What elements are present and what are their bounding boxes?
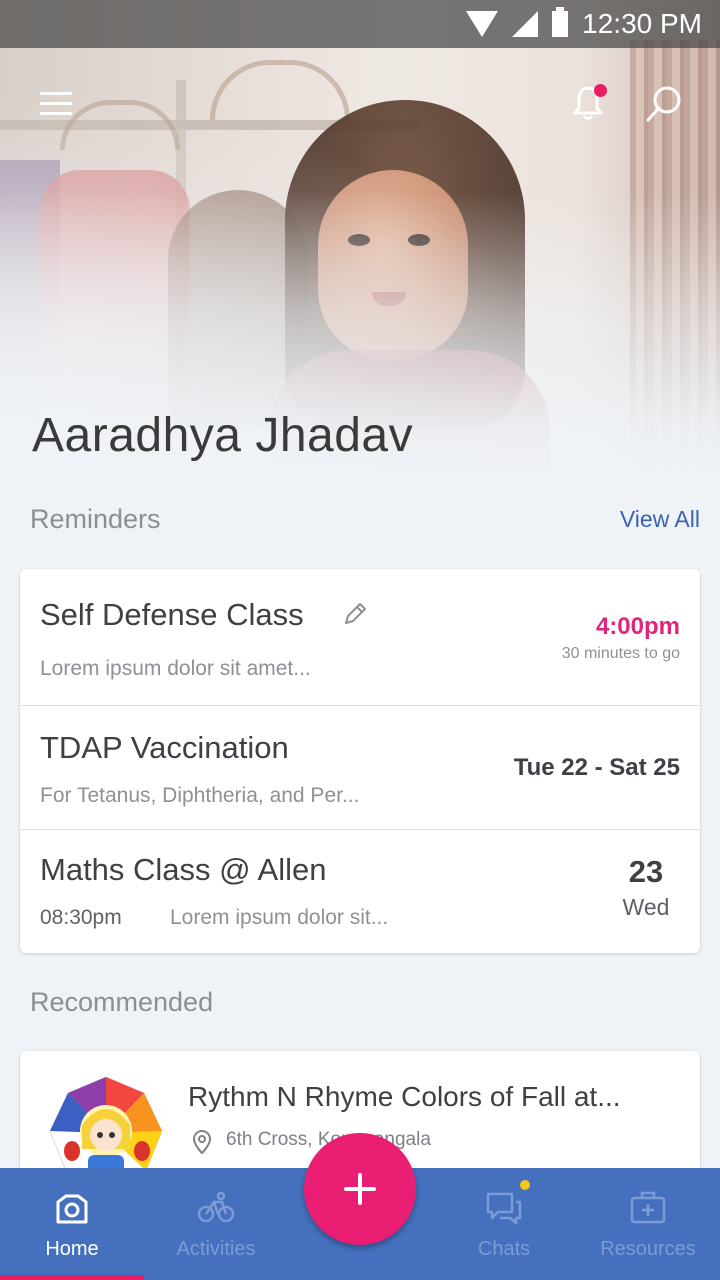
reminder-time-note: 30 minutes to go	[561, 645, 680, 662]
reminders-heading: Reminders	[30, 504, 161, 534]
recommended-heading: Recommended	[30, 987, 214, 1017]
chat-icon	[486, 1192, 522, 1225]
nav-chats-label: Chats	[477, 1238, 531, 1260]
notification-badge	[594, 84, 607, 97]
status-time: 12:30 PM	[582, 8, 702, 39]
reminder-title: Maths Class @ Allen	[40, 852, 327, 887]
location-pin-icon	[192, 1129, 212, 1155]
status-bar: 12:30 PM	[0, 0, 720, 48]
reminder-item[interactable]: Maths Class @ Allen 08:30pm Lorem ipsum …	[20, 830, 700, 953]
home-camera-icon	[56, 1194, 88, 1224]
reminder-subtitle: Lorem ipsum dolor sit amet...	[40, 657, 311, 680]
reminder-time: 4:00pm	[595, 613, 680, 640]
wifi-icon	[466, 11, 499, 37]
reminder-subtitle: Lorem ipsum dolor sit...	[170, 906, 389, 929]
reminder-title: TDAP Vaccination	[40, 730, 289, 765]
reminder-subtitle: For Tetanus, Diphtheria, and Per...	[40, 784, 360, 807]
profile-name: Aaradhya Jhadav	[32, 409, 414, 462]
chat-unread-badge	[520, 1180, 530, 1190]
reminder-weekday: Wed	[622, 894, 670, 920]
reminders-card: Self Defense Class Lorem ipsum dolor sit…	[20, 569, 700, 953]
nav-chats[interactable]: Chats	[432, 1168, 576, 1280]
reminder-item[interactable]: TDAP Vaccination For Tetanus, Diphtheria…	[20, 706, 700, 830]
reminder-date-range: Tue 22 - Sat 25	[513, 754, 680, 781]
view-all-link[interactable]: View All	[620, 506, 700, 533]
nav-activities-label: Activities	[176, 1238, 256, 1260]
nav-resources[interactable]: Resources	[576, 1168, 720, 1280]
nav-home-label: Home	[45, 1238, 99, 1260]
pencil-icon[interactable]	[342, 601, 368, 627]
nav-resources-label: Resources	[600, 1238, 696, 1260]
battery-icon	[552, 7, 569, 37]
reminder-item[interactable]: Self Defense Class Lorem ipsum dolor sit…	[20, 569, 700, 706]
event-title: Rythm N Rhyme Colors of Fall at...	[188, 1081, 621, 1112]
active-tab-indicator	[0, 1275, 144, 1280]
search-icon[interactable]	[644, 84, 684, 124]
menu-icon[interactable]	[40, 92, 72, 116]
nav-home[interactable]: Home	[0, 1168, 144, 1280]
reminder-title: Self Defense Class	[40, 597, 304, 632]
reminder-day: 23	[628, 854, 664, 889]
medical-kit-icon	[630, 1191, 666, 1224]
signal-icon	[512, 11, 539, 37]
bicycle-icon	[197, 1191, 235, 1223]
reminder-time: 08:30pm	[40, 906, 122, 929]
nav-activities[interactable]: Activities	[144, 1168, 288, 1280]
add-button[interactable]	[304, 1133, 416, 1245]
